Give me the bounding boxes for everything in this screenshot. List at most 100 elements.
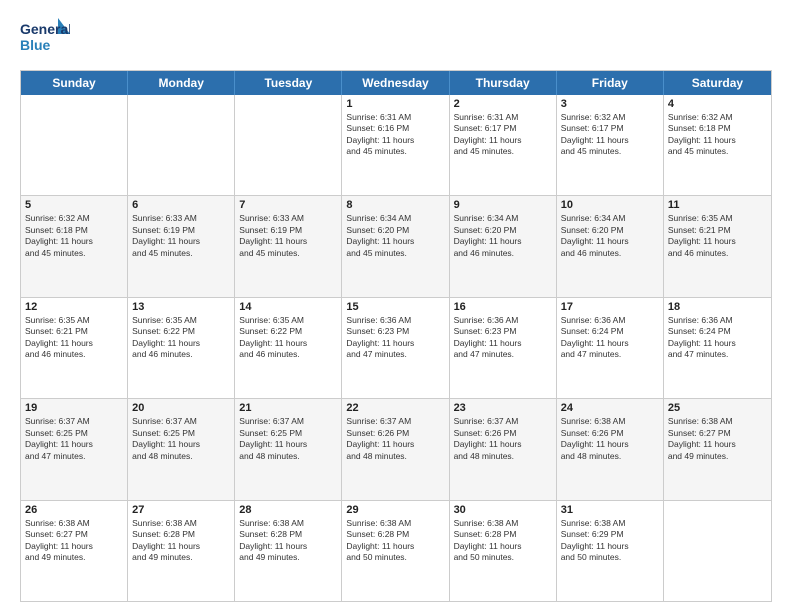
day-info: Sunrise: 6:31 AMSunset: 6:17 PMDaylight:… xyxy=(454,112,552,158)
day-cell-18: 18 Sunrise: 6:36 AMSunset: 6:24 PMDayligh… xyxy=(664,298,771,398)
day-cell-12: 12 Sunrise: 6:35 AMSunset: 6:21 PMDayligh… xyxy=(21,298,128,398)
day-info: Sunrise: 6:36 AMSunset: 6:24 PMDaylight:… xyxy=(561,315,659,361)
day-number: 11 xyxy=(668,199,767,211)
day-number: 14 xyxy=(239,301,337,313)
day-info: Sunrise: 6:33 AMSunset: 6:19 PMDaylight:… xyxy=(132,213,230,259)
day-cell-11: 11Sunrise: 6:35 AMSunset: 6:21 PMDayligh… xyxy=(664,196,771,296)
day-cell-1: 1Sunrise: 6:31 AMSunset: 6:16 PMDaylight… xyxy=(342,95,449,195)
empty-cell-w4-d6 xyxy=(664,501,771,601)
header: GeneralBlue xyxy=(20,16,772,60)
day-cell-25: 25 Sunrise: 6:38 AMSunset: 6:27 PMDayligh… xyxy=(664,399,771,499)
day-info: Sunrise: 6:31 AMSunset: 6:16 PMDaylight:… xyxy=(346,112,444,158)
header-sunday: Sunday xyxy=(21,71,128,95)
logo-svg: GeneralBlue xyxy=(20,16,70,60)
day-number: 23 xyxy=(454,402,552,414)
day-number: 9 xyxy=(454,199,552,211)
day-cell-20: 20 Sunrise: 6:37 AMSunset: 6:25 PMDayligh… xyxy=(128,399,235,499)
day-number: 24 xyxy=(561,402,659,414)
day-number: 15 xyxy=(346,301,444,313)
day-cell-31: 31 Sunrise: 6:38 AMSunset: 6:29 PMDayligh… xyxy=(557,501,664,601)
day-cell-24: 24 Sunrise: 6:38 AMSunset: 6:26 PMDayligh… xyxy=(557,399,664,499)
empty-cell-w0-d0 xyxy=(21,95,128,195)
day-number: 25 xyxy=(668,402,767,414)
day-cell-17: 17 Sunrise: 6:36 AMSunset: 6:24 PMDayligh… xyxy=(557,298,664,398)
empty-cell-w0-d1 xyxy=(128,95,235,195)
week-row-3: 12 Sunrise: 6:35 AMSunset: 6:21 PMDayligh… xyxy=(21,297,771,398)
day-info: Sunrise: 6:38 AMSunset: 6:28 PMDaylight:… xyxy=(346,518,444,564)
day-info: Sunrise: 6:34 AMSunset: 6:20 PMDaylight:… xyxy=(454,213,552,259)
day-info: Sunrise: 6:35 AMSunset: 6:22 PMDaylight:… xyxy=(132,315,230,361)
calendar-header-row: SundayMondayTuesdayWednesdayThursdayFrid… xyxy=(21,71,771,95)
header-monday: Monday xyxy=(128,71,235,95)
day-info: Sunrise: 6:38 AMSunset: 6:28 PMDaylight:… xyxy=(239,518,337,564)
svg-text:General: General xyxy=(20,21,70,37)
day-number: 19 xyxy=(25,402,123,414)
day-number: 29 xyxy=(346,504,444,516)
day-cell-4: 4 Sunrise: 6:32 AMSunset: 6:18 PMDaylight… xyxy=(664,95,771,195)
day-cell-28: 28 Sunrise: 6:38 AMSunset: 6:28 PMDayligh… xyxy=(235,501,342,601)
day-cell-14: 14Sunrise: 6:35 AMSunset: 6:22 PMDayligh… xyxy=(235,298,342,398)
day-info: Sunrise: 6:32 AMSunset: 6:18 PMDaylight:… xyxy=(668,112,767,158)
day-info: Sunrise: 6:37 AMSunset: 6:25 PMDaylight:… xyxy=(132,416,230,462)
day-cell-7: 7Sunrise: 6:33 AMSunset: 6:19 PMDaylight… xyxy=(235,196,342,296)
day-info: Sunrise: 6:38 AMSunset: 6:28 PMDaylight:… xyxy=(132,518,230,564)
calendar-body: 1Sunrise: 6:31 AMSunset: 6:16 PMDaylight… xyxy=(21,95,771,601)
day-cell-2: 2Sunrise: 6:31 AMSunset: 6:17 PMDaylight… xyxy=(450,95,557,195)
header-saturday: Saturday xyxy=(664,71,771,95)
header-tuesday: Tuesday xyxy=(235,71,342,95)
day-number: 13 xyxy=(132,301,230,313)
week-row-5: 26Sunrise: 6:38 AMSunset: 6:27 PMDayligh… xyxy=(21,500,771,601)
day-info: Sunrise: 6:37 AMSunset: 6:25 PMDaylight:… xyxy=(239,416,337,462)
day-cell-10: 10 Sunrise: 6:34 AMSunset: 6:20 PMDayligh… xyxy=(557,196,664,296)
day-info: Sunrise: 6:38 AMSunset: 6:28 PMDaylight:… xyxy=(454,518,552,564)
day-number: 31 xyxy=(561,504,659,516)
header-friday: Friday xyxy=(557,71,664,95)
day-info: Sunrise: 6:36 AMSunset: 6:24 PMDaylight:… xyxy=(668,315,767,361)
day-cell-8: 8 Sunrise: 6:34 AMSunset: 6:20 PMDaylight… xyxy=(342,196,449,296)
day-number: 30 xyxy=(454,504,552,516)
day-info: Sunrise: 6:38 AMSunset: 6:26 PMDaylight:… xyxy=(561,416,659,462)
day-info: Sunrise: 6:34 AMSunset: 6:20 PMDaylight:… xyxy=(561,213,659,259)
day-info: Sunrise: 6:37 AMSunset: 6:26 PMDaylight:… xyxy=(454,416,552,462)
day-cell-3: 3 Sunrise: 6:32 AMSunset: 6:17 PMDaylight… xyxy=(557,95,664,195)
day-info: Sunrise: 6:37 AMSunset: 6:26 PMDaylight:… xyxy=(346,416,444,462)
week-row-1: 1Sunrise: 6:31 AMSunset: 6:16 PMDaylight… xyxy=(21,95,771,195)
day-cell-16: 16 Sunrise: 6:36 AMSunset: 6:23 PMDayligh… xyxy=(450,298,557,398)
day-info: Sunrise: 6:36 AMSunset: 6:23 PMDaylight:… xyxy=(454,315,552,361)
day-number: 16 xyxy=(454,301,552,313)
day-cell-21: 21Sunrise: 6:37 AMSunset: 6:25 PMDayligh… xyxy=(235,399,342,499)
day-number: 20 xyxy=(132,402,230,414)
week-row-2: 5 Sunrise: 6:32 AMSunset: 6:18 PMDaylight… xyxy=(21,195,771,296)
day-number: 8 xyxy=(346,199,444,211)
svg-text:Blue: Blue xyxy=(20,37,51,53)
day-cell-29: 29 Sunrise: 6:38 AMSunset: 6:28 PMDayligh… xyxy=(342,501,449,601)
day-number: 6 xyxy=(132,199,230,211)
header-wednesday: Wednesday xyxy=(342,71,449,95)
day-info: Sunrise: 6:37 AMSunset: 6:25 PMDaylight:… xyxy=(25,416,123,462)
empty-cell-w0-d2 xyxy=(235,95,342,195)
calendar: SundayMondayTuesdayWednesdayThursdayFrid… xyxy=(20,70,772,602)
day-info: Sunrise: 6:32 AMSunset: 6:17 PMDaylight:… xyxy=(561,112,659,158)
day-cell-30: 30 Sunrise: 6:38 AMSunset: 6:28 PMDayligh… xyxy=(450,501,557,601)
day-number: 28 xyxy=(239,504,337,516)
day-info: Sunrise: 6:35 AMSunset: 6:21 PMDaylight:… xyxy=(25,315,123,361)
day-info: Sunrise: 6:38 AMSunset: 6:29 PMDaylight:… xyxy=(561,518,659,564)
day-cell-22: 22Sunrise: 6:37 AMSunset: 6:26 PMDayligh… xyxy=(342,399,449,499)
day-number: 27 xyxy=(132,504,230,516)
page: GeneralBlue SundayMondayTuesdayWednesday… xyxy=(0,0,792,612)
day-cell-15: 15 Sunrise: 6:36 AMSunset: 6:23 PMDayligh… xyxy=(342,298,449,398)
day-number: 17 xyxy=(561,301,659,313)
day-info: Sunrise: 6:38 AMSunset: 6:27 PMDaylight:… xyxy=(668,416,767,462)
day-number: 10 xyxy=(561,199,659,211)
day-cell-26: 26Sunrise: 6:38 AMSunset: 6:27 PMDayligh… xyxy=(21,501,128,601)
day-cell-27: 27 Sunrise: 6:38 AMSunset: 6:28 PMDayligh… xyxy=(128,501,235,601)
day-number: 3 xyxy=(561,98,659,110)
day-info: Sunrise: 6:34 AMSunset: 6:20 PMDaylight:… xyxy=(346,213,444,259)
day-info: Sunrise: 6:32 AMSunset: 6:18 PMDaylight:… xyxy=(25,213,123,259)
day-info: Sunrise: 6:36 AMSunset: 6:23 PMDaylight:… xyxy=(346,315,444,361)
day-number: 4 xyxy=(668,98,767,110)
header-thursday: Thursday xyxy=(450,71,557,95)
day-number: 18 xyxy=(668,301,767,313)
day-number: 5 xyxy=(25,199,123,211)
day-number: 12 xyxy=(25,301,123,313)
